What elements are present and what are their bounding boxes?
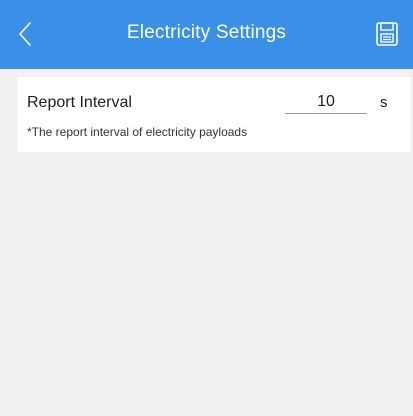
page-title: Electricity Settings [126, 22, 287, 43]
save-icon [376, 22, 398, 46]
save-button[interactable] [369, 16, 405, 52]
report-interval-input[interactable] [285, 91, 367, 114]
report-interval-card: Report Interval s *The report interval o… [17, 77, 411, 152]
report-interval-hint: *The report interval of electricity payl… [27, 125, 248, 139]
app-header: Electricity Settings [0, 0, 413, 69]
unit-label: s [380, 94, 388, 111]
report-interval-label: Report Interval [27, 94, 132, 111]
